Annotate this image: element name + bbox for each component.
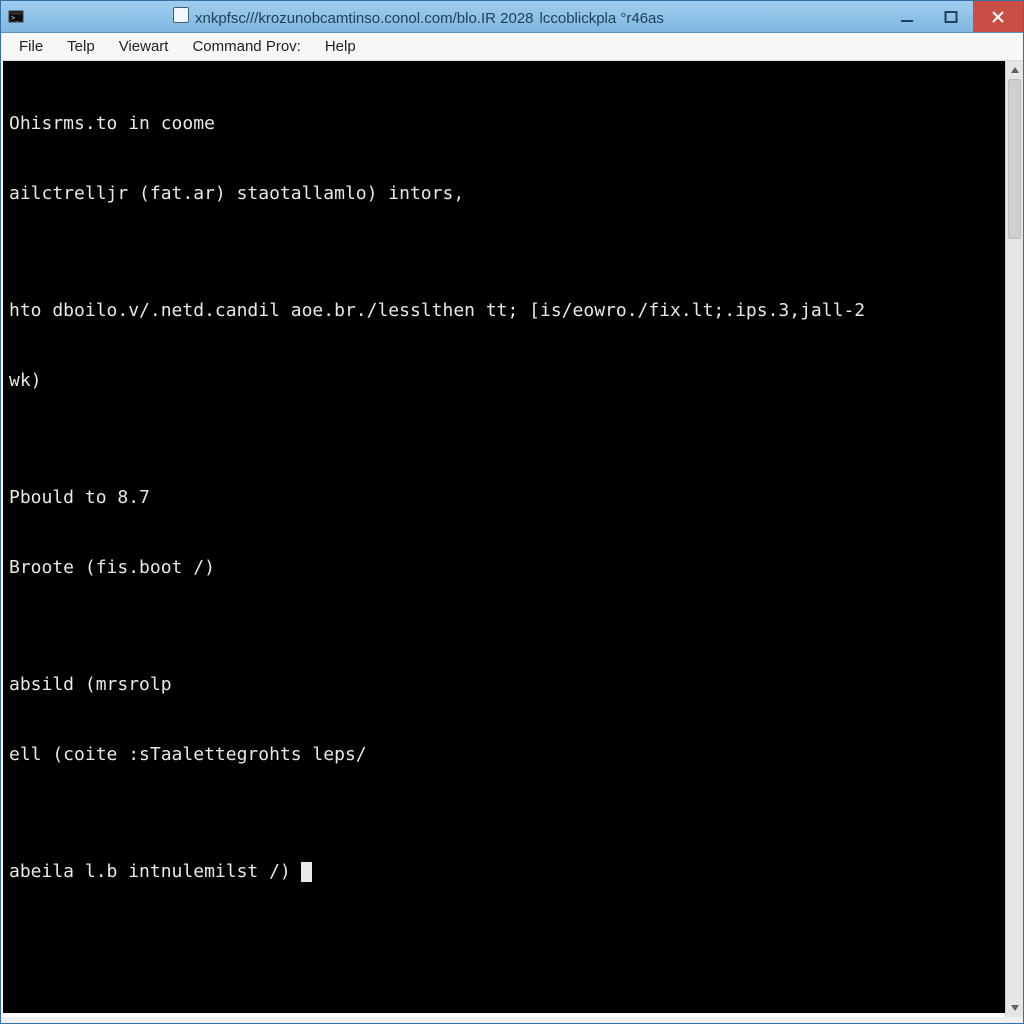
application-window: >_ xnkpfsc///krozunobcamtinso.conol.com/… [0, 0, 1024, 1024]
terminal-output[interactable]: Ohisrms.to in coome ailctrelljr (fat.ar)… [3, 61, 1005, 1013]
menu-command[interactable]: Command Prov: [180, 33, 312, 60]
window-controls [885, 1, 1023, 32]
terminal-line: hto dboilo.v/.netd.candil aoe.br./lesslt… [9, 299, 999, 322]
svg-text:>_: >_ [11, 14, 20, 22]
client-area: Ohisrms.to in coome ailctrelljr (fat.ar)… [1, 61, 1023, 1017]
vertical-scrollbar[interactable] [1005, 61, 1023, 1017]
app-icon: >_ [7, 8, 25, 26]
document-icon [173, 7, 189, 23]
window-title: xnkpfsc///krozunobcamtinso.conol.com/blo… [33, 7, 885, 27]
menu-file[interactable]: File [7, 33, 55, 60]
terminal-prompt-text: abeila l.b intnulemilst /) [9, 860, 291, 883]
titlebar[interactable]: >_ xnkpfsc///krozunobcamtinso.conol.com/… [1, 1, 1023, 33]
statusbar [1, 1017, 1023, 1023]
terminal-line: Pbould to 8.7 [9, 486, 999, 509]
minimize-button[interactable] [885, 1, 929, 32]
scrollbar-thumb[interactable] [1008, 79, 1021, 239]
close-button[interactable] [973, 1, 1023, 32]
terminal-line: ailctrelljr (fat.ar) staotallamlo) intor… [9, 182, 999, 205]
scrollbar-track[interactable] [1006, 79, 1023, 999]
menu-view[interactable]: Viewart [107, 33, 181, 60]
scroll-down-button[interactable] [1006, 999, 1023, 1017]
terminal-line: wk) [9, 369, 999, 392]
terminal-line: absild (mrsrolp [9, 673, 999, 696]
cursor-icon [301, 862, 312, 882]
terminal-line: Broote (fis.boot /) [9, 556, 999, 579]
menu-telp[interactable]: Telp [55, 33, 107, 60]
menu-help[interactable]: Help [313, 33, 368, 60]
terminal-prompt-line[interactable]: abeila l.b intnulemilst /) [9, 860, 999, 883]
scroll-up-button[interactable] [1006, 61, 1023, 79]
maximize-button[interactable] [929, 1, 973, 32]
terminal-line: Ohisrms.to in coome [9, 112, 999, 135]
title-extra: lccoblickpla °r46as [540, 10, 664, 27]
menubar: File Telp Viewart Command Prov: Help [1, 33, 1023, 61]
terminal-line: ell (coite :sTaalettegrohts leps/ [9, 743, 999, 766]
title-path: xnkpfsc///krozunobcamtinso.conol.com/blo… [195, 10, 534, 27]
